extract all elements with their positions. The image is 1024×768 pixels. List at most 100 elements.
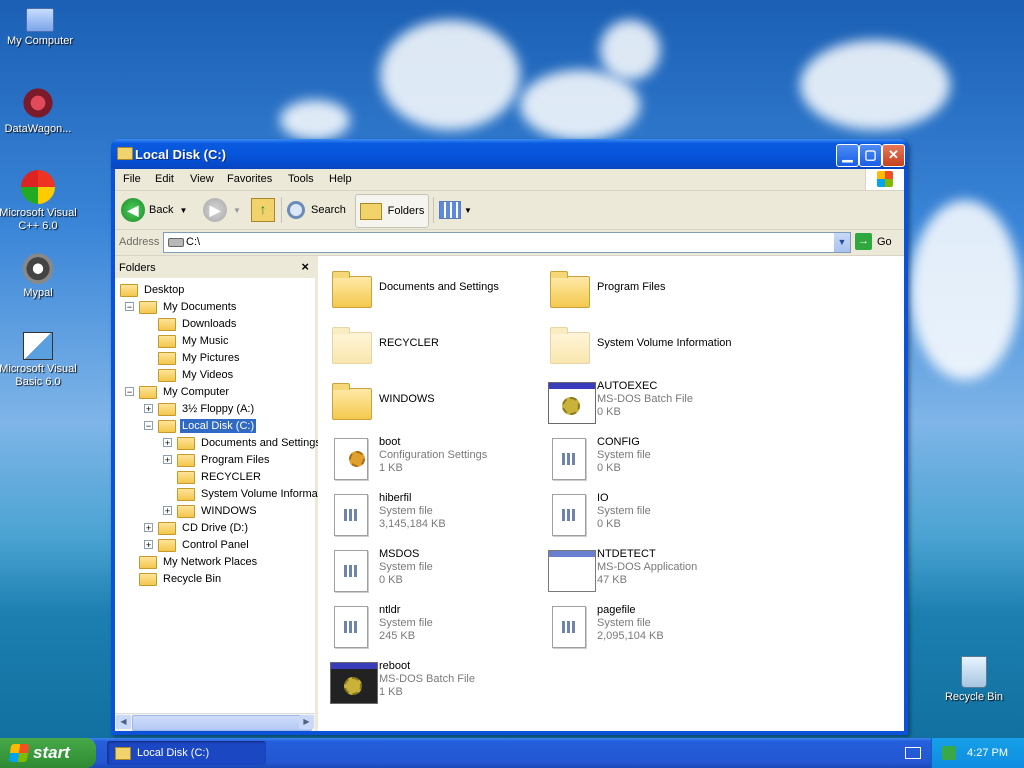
up-button[interactable]: ↑ (251, 194, 275, 226)
network-tray-icon[interactable] (942, 746, 956, 760)
file-name: Program Files (597, 281, 666, 293)
address-dropdown-icon[interactable]: ▼ (834, 233, 850, 252)
file-item[interactable]: pagefile System file 2,095,104 KB (542, 598, 752, 650)
folders-pane-title: Folders (119, 262, 156, 274)
desktop-icon-my-computer[interactable]: My Computer (0, 4, 80, 48)
collapse-icon[interactable]: − (125, 387, 134, 397)
file-item[interactable]: WINDOWS (324, 374, 534, 426)
file-name: IO (597, 492, 609, 504)
visual-cpp-icon (21, 170, 55, 204)
file-size: 1 KB (379, 462, 403, 474)
tree-item[interactable]: − My Documents (125, 298, 238, 315)
folder-icon (139, 386, 157, 399)
file-item[interactable]: NTDETECT MS-DOS Application 47 KB (542, 542, 752, 594)
file-item[interactable]: Documents and Settings (324, 262, 534, 314)
tree-item[interactable]: My Pictures (144, 349, 241, 366)
tree-item[interactable]: System Volume Informati (163, 485, 325, 502)
tree-item[interactable]: My Network Places (125, 553, 259, 570)
scroll-right-icon[interactable]: ▶ (299, 715, 314, 729)
tree-item[interactable]: RECYCLER (163, 468, 263, 485)
tree-item[interactable]: + Documents and Settings (163, 434, 323, 451)
tree-item[interactable]: − Local Disk (C:) (144, 417, 257, 434)
scroll-left-icon[interactable]: ◀ (116, 715, 131, 729)
file-name: System Volume Information (597, 337, 732, 349)
minimize-button[interactable]: ▁ (836, 144, 859, 167)
expand-icon[interactable]: + (163, 455, 172, 465)
tree-item-label: Downloads (182, 317, 237, 330)
horizontal-scrollbar[interactable]: ◀ ▶ (115, 713, 315, 731)
tree-item[interactable]: Desktop (120, 281, 186, 298)
tree-item-label: Program Files (201, 453, 270, 466)
file-item[interactable]: hiberfil System file 3,145,184 KB (324, 486, 534, 538)
file-item[interactable]: CONFIG System file 0 KB (542, 430, 752, 482)
tree-item[interactable]: My Videos (144, 366, 235, 383)
file-item[interactable]: reboot MS-DOS Batch File 1 KB (324, 654, 534, 706)
tree-item-label: My Videos (182, 368, 234, 381)
back-dropdown-icon[interactable]: ▼ (179, 206, 187, 215)
taskbar-item-local-disk[interactable]: Local Disk (C:) (107, 741, 266, 765)
collapse-icon[interactable]: − (144, 421, 153, 431)
title-bar[interactable]: Local Disk (C:) ▁ ▢ ✕ (111, 139, 908, 169)
desktop-icon-mypal[interactable]: Mypal (0, 250, 78, 300)
file-item[interactable]: boot Configuration Settings 1 KB (324, 430, 534, 482)
tree-item[interactable]: + CD Drive (D:) (144, 519, 250, 536)
tree-item[interactable]: Recycle Bin (125, 570, 223, 587)
file-item[interactable]: ntldr System file 245 KB (324, 598, 534, 650)
back-button[interactable]: ◀ Back ▼ (121, 194, 187, 226)
tree-item-label: My Music (182, 334, 229, 347)
collapse-icon[interactable]: − (125, 302, 134, 312)
desktop-icon-label: Mypal (23, 287, 53, 299)
maximize-button[interactable]: ▢ (859, 144, 882, 167)
desktop-icon-visual-basic[interactable]: Microsoft Visual Basic 6.0 (0, 332, 78, 389)
menu-edit[interactable]: Edit (155, 173, 174, 185)
go-button[interactable]: → Go (855, 233, 892, 250)
tree-item[interactable]: +3½ Floppy (A:) (144, 400, 256, 417)
menu-help[interactable]: Help (329, 173, 352, 185)
desktop-icon-visual-cpp[interactable]: Microsoft Visual C++ 6.0 (0, 170, 78, 233)
keyboard-icon[interactable] (905, 747, 921, 759)
clock[interactable]: 4:27 PM (967, 747, 1008, 759)
menu-file[interactable]: File (123, 173, 141, 185)
file-item[interactable]: System Volume Information (542, 318, 752, 370)
file-item[interactable]: Program Files (542, 262, 752, 314)
forward-button[interactable]: ▶ ▼ (203, 194, 241, 226)
file-view: Documents and Settings Program Files RECYC… (318, 256, 904, 731)
back-label: Back (149, 204, 174, 216)
tree-item[interactable]: − My Computer (125, 383, 231, 400)
file-size: 2,095,104 KB (597, 630, 664, 642)
search-button[interactable]: Search (287, 194, 346, 226)
start-button[interactable]: start (0, 738, 96, 768)
expand-icon[interactable]: + (163, 438, 172, 448)
tree-item[interactable]: + WINDOWS (163, 502, 259, 519)
file-item[interactable]: RECYCLER (324, 318, 534, 370)
file-item[interactable]: IO System file 0 KB (542, 486, 752, 538)
close-button[interactable]: ✕ (882, 144, 905, 167)
folder-icon (158, 335, 176, 348)
menu-view[interactable]: View (190, 173, 214, 185)
file-name: reboot (379, 660, 411, 672)
back-arrow-icon: ◀ (121, 198, 145, 222)
system-file-icon (330, 548, 374, 592)
tree-item[interactable]: + Program Files (163, 451, 271, 468)
views-button[interactable]: ▼ (439, 194, 472, 226)
menu-favorites[interactable]: Favorites (227, 173, 272, 185)
desktop-icon-datawagon[interactable]: DataWagon... (0, 86, 78, 136)
expand-icon[interactable]: + (144, 540, 153, 550)
tree-item[interactable]: My Music (144, 332, 230, 349)
expand-icon[interactable]: + (144, 404, 153, 414)
expand-icon[interactable]: + (163, 506, 172, 516)
folder-icon (139, 301, 157, 314)
menu-tools[interactable]: Tools (288, 173, 314, 185)
file-item[interactable]: AUTOEXEC MS-DOS Batch File 0 KB (542, 374, 752, 426)
file-size: 0 KB (597, 406, 621, 418)
folders-button[interactable]: Folders (355, 194, 429, 228)
tree-item[interactable]: + Control Panel (144, 536, 251, 553)
scroll-thumb[interactable] (132, 715, 312, 731)
address-input[interactable]: C:\ ▼ (163, 232, 851, 253)
expand-icon[interactable]: + (144, 523, 153, 533)
tree-item[interactable]: Downloads (144, 315, 238, 332)
desktop-icon-recycle-bin[interactable]: Recycle Bin (934, 656, 1014, 704)
folders-pane-close-icon[interactable]: × (301, 259, 309, 274)
forward-dropdown-icon[interactable]: ▼ (233, 206, 241, 215)
file-item[interactable]: MSDOS System file 0 KB (324, 542, 534, 594)
